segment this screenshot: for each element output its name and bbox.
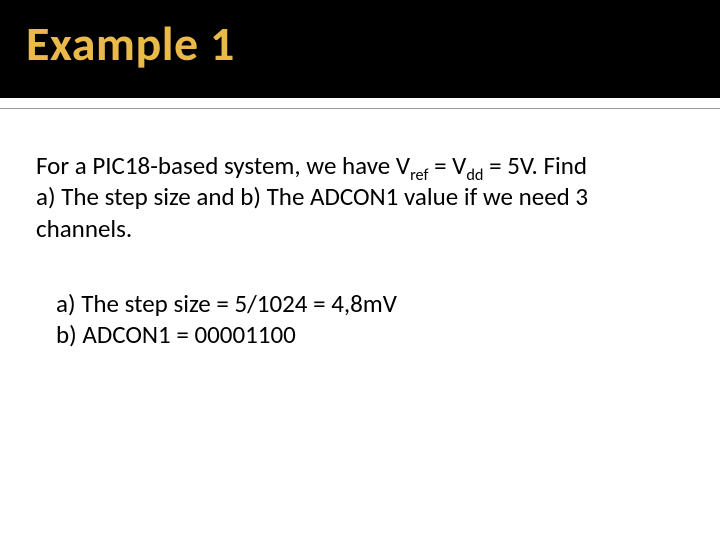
problem-text-2: = V <box>428 150 466 181</box>
problem-text-4: a) The step size and b) The ADCON1 value… <box>36 181 588 212</box>
title-band: Example 1 <box>0 0 720 98</box>
problem-text-5: channels. <box>36 213 132 244</box>
answers: a) The step size = 5/1024 = 4,8mV b) ADC… <box>56 288 676 351</box>
problem-text-1: For a PIC18-based system, we have V <box>36 150 410 181</box>
answer-a: a) The step size = 5/1024 = 4,8mV <box>56 288 676 319</box>
problem-statement: For a PIC18-based system, we have Vref =… <box>36 150 676 244</box>
answer-b: b) ADCON1 = 00001100 <box>56 319 676 350</box>
slide: Example 1 For a PIC18-based system, we h… <box>0 0 720 540</box>
title-underline <box>0 108 720 109</box>
slide-title: Example 1 <box>26 14 235 73</box>
problem-text-3: = 5V. Find <box>483 150 587 181</box>
